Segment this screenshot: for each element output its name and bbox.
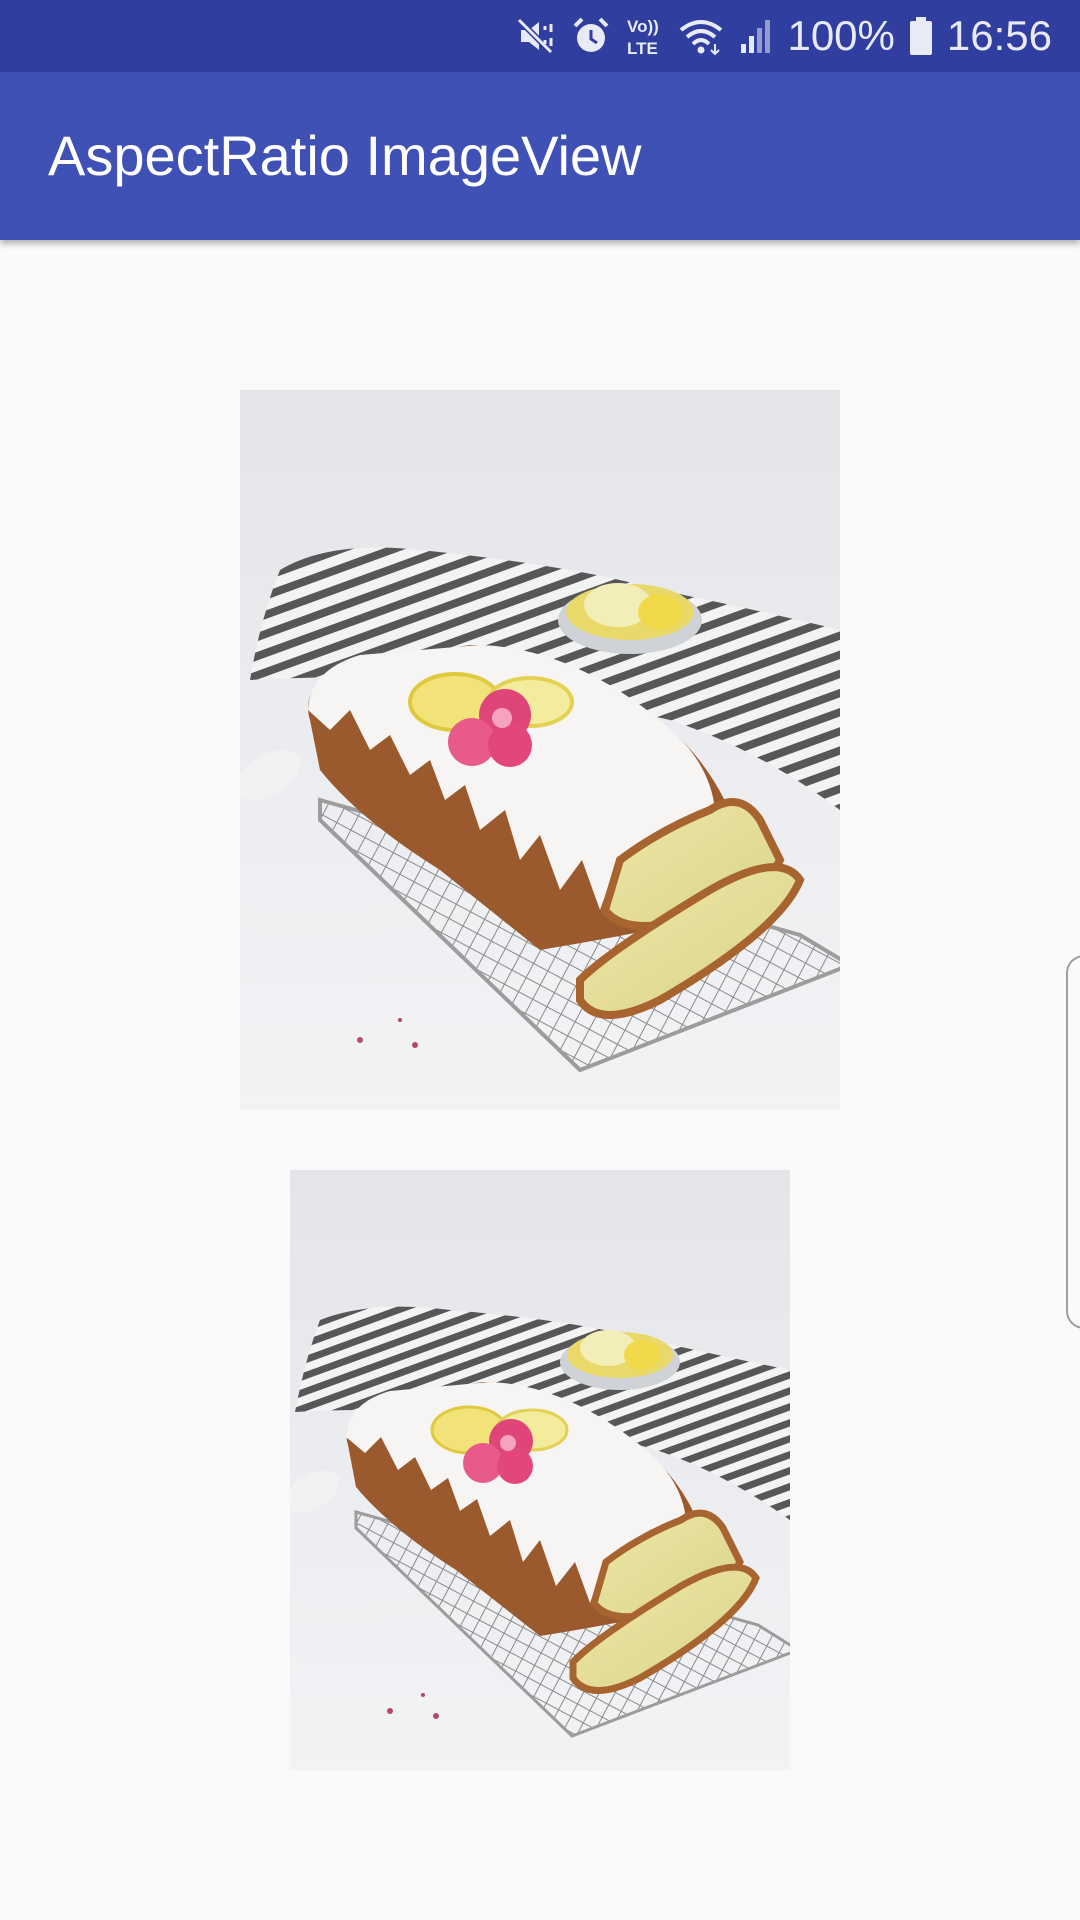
lemon-loaf-cake-photo [240, 390, 840, 1110]
status-clock: 16:56 [946, 12, 1052, 59]
wifi-icon [677, 16, 725, 56]
battery-percent: 100% [787, 12, 895, 59]
volte-top-label: Vo)) [627, 17, 659, 36]
battery-icon [909, 16, 933, 56]
lemon-loaf-cake-photo [290, 1170, 790, 1770]
volte-bottom-label: LTE [627, 39, 658, 58]
app-bar: AspectRatio ImageView [0, 72, 1080, 240]
status-bar: Vo)) LTE 100% 16:56 [0, 0, 1080, 72]
volte-icon: Vo)) LTE [625, 14, 663, 58]
app-title: AspectRatio ImageView [48, 124, 642, 187]
cake-image-large [240, 390, 840, 1110]
status-icons: Vo)) LTE 100% 16:56 [517, 0, 1052, 72]
signal-icon [739, 16, 773, 56]
alarm-icon [571, 16, 611, 56]
edge-panel-handle[interactable] [1066, 955, 1080, 1329]
mute-vibrate-icon [517, 16, 557, 56]
cake-image-small [290, 1170, 790, 1770]
